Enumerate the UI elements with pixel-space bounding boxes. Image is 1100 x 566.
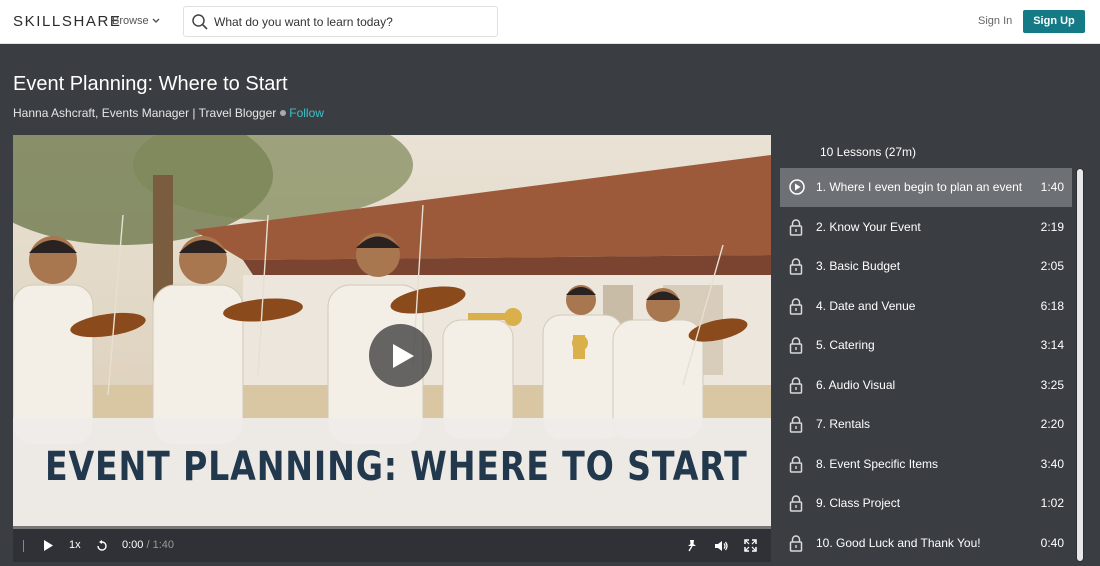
play-circle-icon — [789, 179, 805, 196]
playback-speed[interactable]: 1x — [69, 539, 81, 551]
sign-up-button[interactable]: Sign Up — [1023, 10, 1085, 33]
lesson-title: 4. Date and Venue — [816, 298, 916, 313]
separator-dot — [280, 110, 287, 117]
lesson-duration: 3:40 — [1040, 456, 1064, 471]
lock-icon — [789, 534, 805, 552]
search-box[interactable] — [183, 6, 498, 37]
lock-icon — [789, 297, 805, 315]
lesson-list: 1. Where I even begin to plan an event 1:… — [780, 168, 1072, 564]
lesson-title: 5. Catering — [816, 338, 875, 352]
lesson-item[interactable]: 9. Class Project 1:02 — [780, 484, 1072, 523]
lock-icon — [789, 258, 805, 275]
player-controls: 1x 0:00 / 1:40 — [13, 529, 771, 562]
lesson-title: 2. Know Your Event — [816, 219, 921, 234]
lesson-duration: 3:14 — [1040, 338, 1064, 352]
lesson-item[interactable]: 5. Catering 3:14 — [780, 326, 1072, 365]
lock-icon — [789, 416, 805, 433]
sign-in-link[interactable]: Sign In — [978, 15, 1012, 27]
search-icon — [192, 14, 208, 30]
lesson-title: 6. Audio Visual — [816, 377, 896, 392]
lesson-duration: 2:19 — [1040, 219, 1064, 234]
play-icon — [393, 344, 414, 368]
lesson-item[interactable]: 1. Where I even begin to plan an event 1:… — [780, 168, 1072, 207]
lesson-duration: 2:05 — [1040, 259, 1064, 273]
volume-icon[interactable] — [713, 529, 729, 562]
lesson-item[interactable]: 6. Audio Visual 3:25 — [780, 366, 1072, 405]
time-separator: / — [146, 539, 150, 551]
lock-icon — [789, 455, 805, 473]
lesson-duration: 0:40 — [1040, 535, 1064, 550]
lesson-duration: 3:25 — [1040, 377, 1064, 392]
current-time: 0:00 — [122, 539, 144, 551]
lesson-scrollbar-thumb[interactable] — [1077, 169, 1083, 561]
total-duration: 1:40 — [152, 539, 175, 551]
lock-icon — [789, 495, 805, 512]
lesson-item[interactable]: 4. Date and Venue 6:18 — [780, 287, 1072, 326]
course-title: Event Planning: Where to Start — [13, 73, 288, 95]
lock-icon — [789, 337, 805, 354]
lesson-item[interactable]: 8. Event Specific Items 3:40 — [780, 445, 1072, 484]
skillshare-logo[interactable]: SKILLSHARE — [13, 13, 122, 30]
lesson-duration: 6:18 — [1040, 298, 1064, 313]
chevron-down-icon — [152, 15, 160, 27]
lesson-title: 7. Rentals — [816, 417, 871, 431]
lesson-item[interactable]: 10. Good Luck and Thank You! 0:40 — [780, 524, 1072, 563]
time-display: 0:00 / 1:40 — [122, 539, 174, 551]
pin-icon[interactable] — [685, 529, 699, 562]
lesson-duration: 2:20 — [1040, 417, 1064, 431]
lesson-title: 3. Basic Budget — [816, 259, 901, 273]
fullscreen-icon[interactable] — [742, 529, 758, 562]
browse-menu[interactable]: Browse — [112, 15, 160, 27]
lesson-item[interactable]: 3. Basic Budget 2:05 — [780, 247, 1072, 286]
lock-icon — [789, 218, 805, 236]
divider-icon — [21, 529, 27, 562]
video-title-card: EVENT PLANNING: WHERE TO START — [13, 418, 771, 526]
lock-icon — [789, 376, 805, 394]
play-control-icon[interactable] — [41, 529, 55, 562]
lesson-duration: 1:02 — [1040, 496, 1064, 510]
lessons-header: 10 Lessons (27m) — [820, 145, 917, 159]
rewind-icon[interactable] — [95, 529, 109, 562]
top-navbar: SKILLSHARE Browse Sign In Sign Up — [0, 0, 1100, 44]
lesson-item[interactable]: 7. Rentals 2:20 — [780, 405, 1072, 444]
lesson-item[interactable]: 2. Know Your Event 2:19 — [780, 208, 1072, 247]
instructor-byline: Hanna Ashcraft, Events Manager | Travel … — [13, 106, 324, 120]
title-card-text: EVENT PLANNING: WHERE TO START — [45, 444, 748, 490]
play-button[interactable] — [369, 324, 432, 387]
lesson-duration: 1:40 — [1040, 180, 1064, 194]
lesson-title: 10. Good Luck and Thank You! — [816, 535, 981, 550]
lesson-title: 1. Where I even begin to plan an event — [816, 180, 1023, 194]
follow-link[interactable]: Follow — [289, 106, 324, 120]
search-input[interactable] — [214, 12, 489, 32]
video-player[interactable]: EVENT PLANNING: WHERE TO START 1x 0:00 /… — [13, 135, 771, 562]
instructor-name[interactable]: Hanna Ashcraft, Events Manager | Travel … — [13, 106, 276, 120]
lesson-title: 9. Class Project — [816, 496, 901, 510]
browse-label: Browse — [112, 15, 149, 27]
lesson-title: 8. Event Specific Items — [816, 456, 939, 471]
